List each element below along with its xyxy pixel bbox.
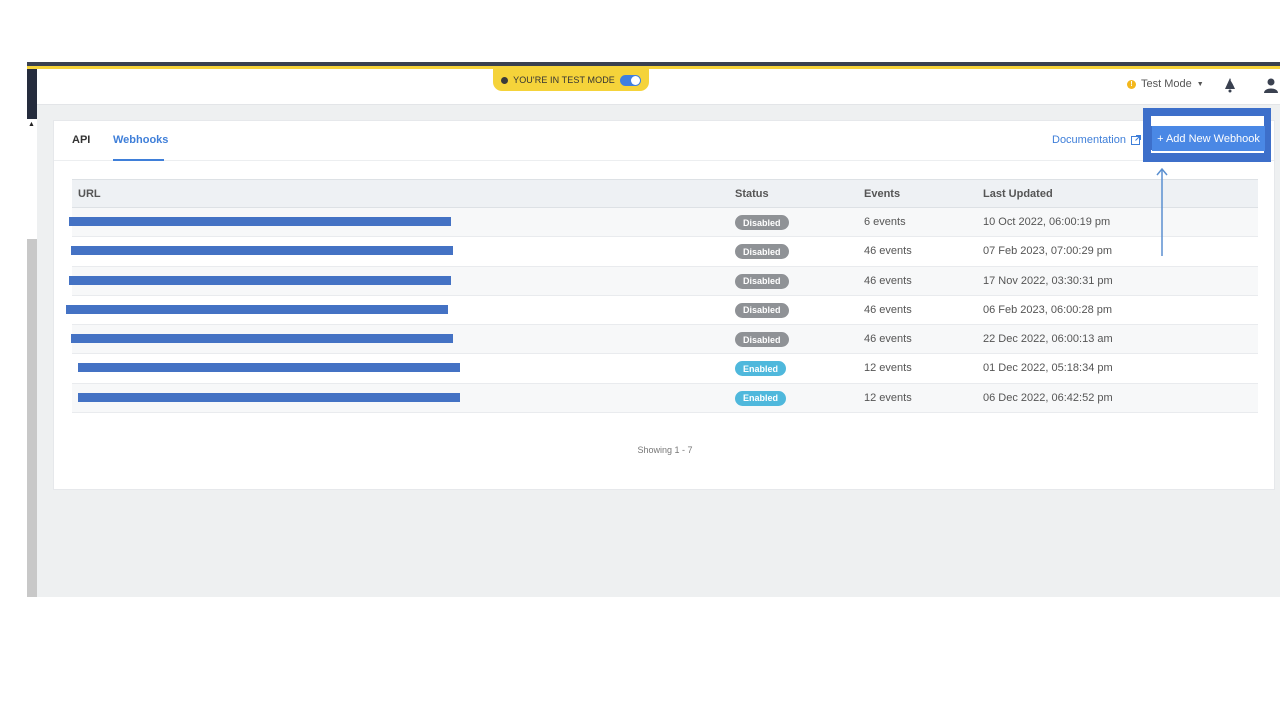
redacted-url — [69, 275, 451, 285]
table-row[interactable]: Disabled 46 events 06 Feb 2023, 06:00:28… — [66, 296, 1258, 326]
column-status: Status — [735, 188, 769, 200]
events-count: 46 events — [864, 274, 912, 287]
webhooks-card: API Webhooks Documentation URL Status Ev… — [53, 120, 1275, 490]
info-dot-icon — [501, 76, 509, 84]
pagination-summary: Showing 1 - 7 — [637, 445, 693, 455]
last-updated: 10 Oct 2022, 06:00:19 pm — [983, 216, 1111, 228]
column-events: Events — [864, 188, 901, 200]
redacted-url — [78, 392, 460, 402]
notification-icon[interactable] — [1222, 77, 1238, 93]
table-row[interactable]: Enabled 12 events 06 Dec 2022, 06:42:52 … — [72, 383, 1258, 414]
status-badge: Disabled — [735, 273, 789, 289]
webhooks-table: URL Status Events Last Updated Disabled … — [66, 179, 1258, 414]
redacted-url — [69, 217, 451, 226]
tab-api[interactable]: API — [72, 134, 90, 146]
status-badge: Disabled — [735, 215, 789, 230]
external-link-icon — [1131, 135, 1141, 145]
test-mode-banner: YOU'RE IN TEST MODE — [493, 69, 649, 91]
top-bar: YOU'RE IN TEST MODE ! Test Mode ▼ — [37, 69, 1280, 105]
column-last-updated: Last Updated — [983, 188, 1053, 200]
redacted-url — [78, 363, 460, 373]
last-updated: 22 Dec 2022, 06:00:13 am — [983, 333, 1113, 346]
redacted-url — [66, 304, 448, 314]
test-mode-label: YOU'RE IN TEST MODE — [513, 75, 615, 85]
documentation-label: Documentation — [1052, 134, 1126, 146]
warning-dot-icon: ! — [1127, 79, 1136, 89]
active-tab-indicator — [113, 159, 164, 161]
app-window: ▲ YOU'RE IN TEST MODE ! Test Mode ▼ API … — [27, 62, 1280, 597]
status-badge: Disabled — [735, 332, 789, 348]
status-badge: Enabled — [735, 361, 787, 377]
highlight-stripe-top — [1151, 116, 1264, 126]
table-row[interactable]: Disabled 6 events 10 Oct 2022, 06:00:19 … — [69, 208, 1258, 238]
add-new-webhook-button[interactable]: + Add New Webhook — [1152, 126, 1265, 151]
last-updated: 06 Dec 2022, 06:42:52 pm — [983, 391, 1113, 404]
documentation-link[interactable]: Documentation — [1052, 134, 1141, 146]
table-row[interactable]: Enabled 12 events 01 Dec 2022, 05:18:34 … — [72, 354, 1258, 384]
events-count: 12 events — [864, 362, 912, 375]
events-count: 12 events — [864, 391, 912, 404]
table-body: Disabled 6 events 10 Oct 2022, 06:00:19 … — [66, 208, 1258, 414]
sidebar-header — [27, 69, 37, 119]
table-header: URL Status Events Last Updated — [72, 179, 1258, 208]
table-row[interactable]: Disabled 46 events 07 Feb 2023, 07:00:29… — [71, 237, 1258, 267]
redacted-url — [71, 246, 453, 256]
toggle-knob — [630, 75, 640, 85]
tab-webhooks[interactable]: Webhooks — [113, 134, 168, 146]
events-count: 6 events — [864, 216, 906, 228]
events-count: 46 events — [864, 245, 912, 258]
user-icon[interactable] — [1263, 77, 1279, 93]
scrollbar-thumb[interactable] — [27, 239, 37, 597]
tab-bar: API Webhooks Documentation — [54, 121, 1274, 161]
column-url: URL — [78, 188, 101, 200]
arrow-up-icon — [1156, 167, 1168, 256]
mode-label: Test Mode — [1141, 78, 1192, 90]
redacted-url — [71, 334, 453, 344]
status-badge: Disabled — [735, 244, 789, 260]
caret-down-icon: ▼ — [1196, 80, 1204, 88]
left-sidebar: ▲ — [27, 69, 37, 597]
scroll-up-icon[interactable]: ▲ — [28, 121, 35, 128]
status-badge: Enabled — [735, 390, 787, 406]
table-row[interactable]: Disabled 46 events 17 Nov 2022, 03:30:31… — [69, 266, 1258, 296]
mode-dropdown[interactable]: ! Test Mode ▼ — [1127, 78, 1204, 90]
test-mode-toggle[interactable] — [619, 74, 641, 86]
last-updated: 07 Feb 2023, 07:00:29 pm — [983, 245, 1113, 258]
events-count: 46 events — [864, 333, 912, 346]
last-updated: 17 Nov 2022, 03:30:31 pm — [983, 274, 1113, 287]
last-updated: 06 Feb 2023, 06:00:28 pm — [983, 303, 1113, 316]
status-badge: Disabled — [735, 302, 789, 318]
events-count: 46 events — [864, 303, 912, 316]
table-row[interactable]: Disabled 46 events 22 Dec 2022, 06:00:13… — [71, 325, 1258, 355]
last-updated: 01 Dec 2022, 05:18:34 pm — [983, 362, 1113, 375]
